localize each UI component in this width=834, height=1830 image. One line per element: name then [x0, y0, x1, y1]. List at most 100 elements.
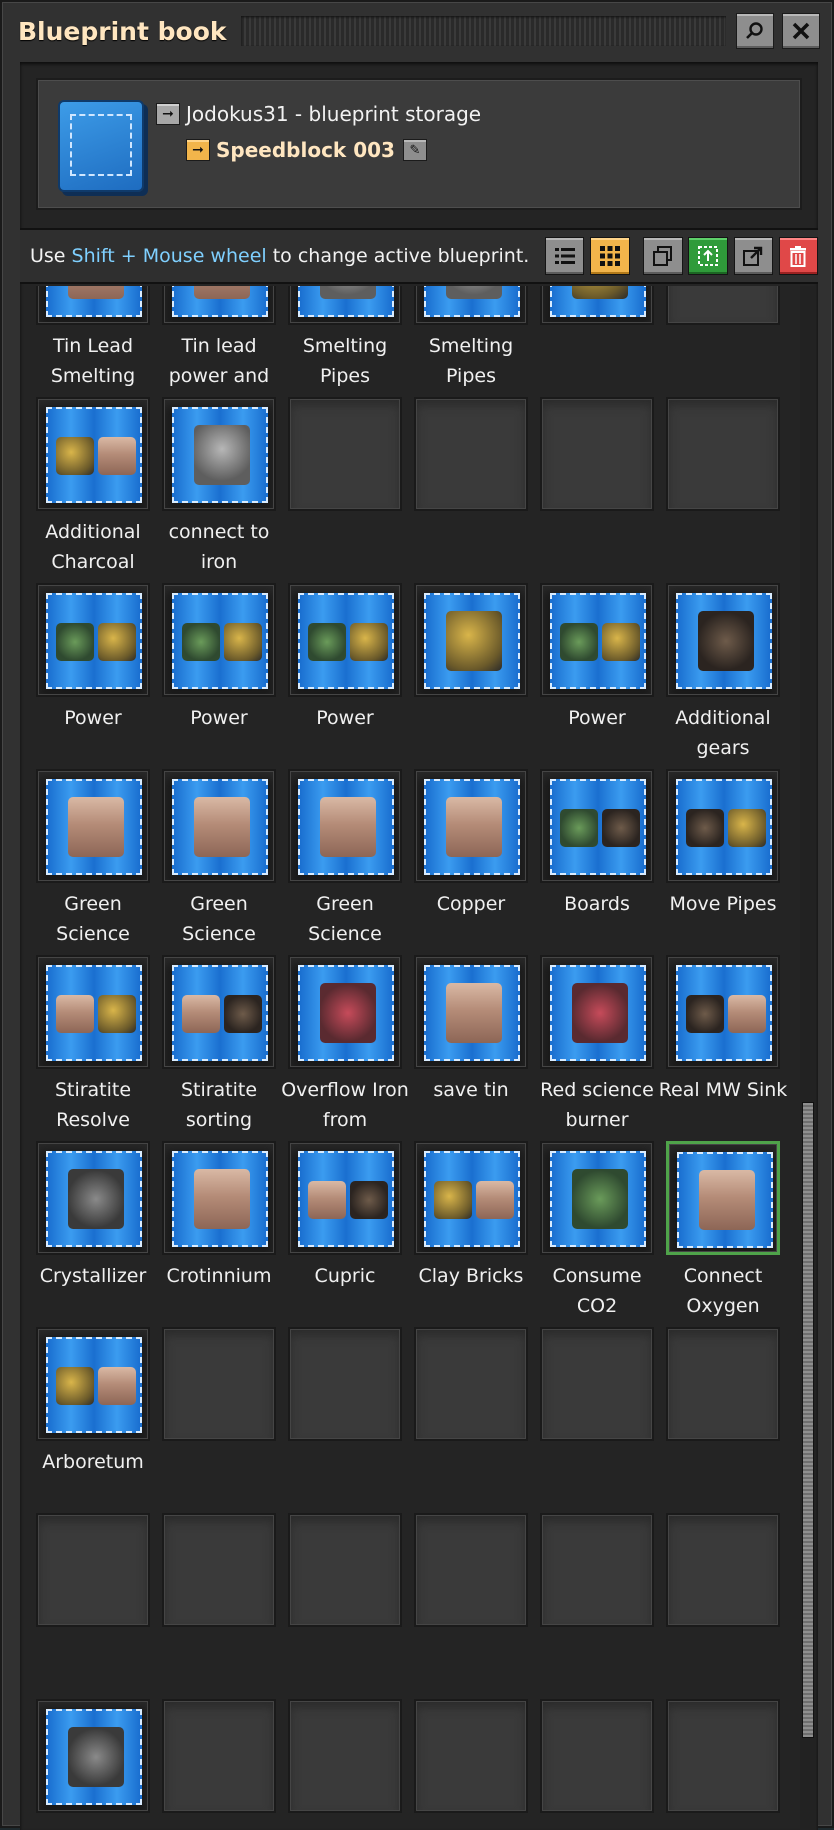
- slot-frame[interactable]: [540, 1699, 654, 1813]
- empty-slot[interactable]: [288, 1699, 402, 1830]
- slot-frame[interactable]: [540, 955, 654, 1069]
- close-button[interactable]: [782, 13, 820, 49]
- rename-button[interactable]: ✎: [402, 139, 427, 161]
- blueprint-slot[interactable]: Move Pipes: [666, 769, 780, 955]
- slot-frame[interactable]: [414, 286, 528, 325]
- slot-frame[interactable]: [162, 1513, 276, 1627]
- empty-slot[interactable]: [36, 1513, 150, 1699]
- slot-frame[interactable]: [414, 769, 528, 883]
- export-button[interactable]: [733, 237, 773, 275]
- slot-frame[interactable]: [540, 286, 654, 325]
- slot-frame[interactable]: [414, 397, 528, 511]
- empty-slot[interactable]: [666, 397, 780, 583]
- slot-frame[interactable]: [414, 1327, 528, 1441]
- slot-frame[interactable]: [414, 1699, 528, 1813]
- breadcrumb-book[interactable]: ➞ Speedblock 003 ✎: [186, 138, 427, 162]
- slot-frame[interactable]: [540, 1327, 654, 1441]
- active-blueprint-slot[interactable]: [666, 1141, 780, 1255]
- blueprint-slot[interactable]: Power: [36, 583, 150, 769]
- empty-slot[interactable]: [540, 1699, 654, 1830]
- empty-slot[interactable]: [162, 1327, 276, 1513]
- slot-frame[interactable]: [162, 955, 276, 1069]
- select-area-button[interactable]: [688, 237, 728, 275]
- slot-frame[interactable]: [666, 1699, 780, 1813]
- slot-frame[interactable]: [288, 1699, 402, 1813]
- blueprint-slot[interactable]: Additional Charcoal: [36, 397, 150, 583]
- empty-slot[interactable]: [414, 1513, 528, 1699]
- delete-button[interactable]: [778, 237, 819, 275]
- slot-frame[interactable]: [540, 769, 654, 883]
- slot-frame[interactable]: [36, 1141, 150, 1255]
- empty-slot[interactable]: [540, 1513, 654, 1699]
- drag-handle[interactable]: [240, 16, 726, 46]
- blueprint-slot[interactable]: Tin Lead Smelting: [36, 286, 150, 397]
- scrollbar[interactable]: [800, 286, 816, 1830]
- empty-slot[interactable]: [162, 1513, 276, 1699]
- empty-slot[interactable]: [288, 1513, 402, 1699]
- blueprint-slot[interactable]: Copper: [414, 769, 528, 955]
- slot-frame[interactable]: [414, 583, 528, 697]
- slot-frame[interactable]: [288, 397, 402, 511]
- empty-slot[interactable]: [288, 1327, 402, 1513]
- empty-slot[interactable]: [666, 1513, 780, 1699]
- blueprint-slot[interactable]: Arboretum: [36, 1327, 150, 1513]
- slot-frame[interactable]: [36, 955, 150, 1069]
- search-button[interactable]: [736, 13, 774, 49]
- copy-button[interactable]: [643, 237, 683, 275]
- blueprint-slot[interactable]: [36, 1699, 150, 1830]
- empty-slot[interactable]: [288, 397, 402, 583]
- slot-frame[interactable]: [540, 397, 654, 511]
- blueprint-slot[interactable]: Green Science: [162, 769, 276, 955]
- slot-frame[interactable]: [288, 583, 402, 697]
- grid-view-button[interactable]: [590, 237, 630, 275]
- blueprint-grid[interactable]: Tin Lead Smelting Tin lead power and Smelt…: [20, 286, 798, 1830]
- blueprint-slot[interactable]: Smelting Pipes: [414, 286, 528, 397]
- slot-frame[interactable]: [666, 955, 780, 1069]
- slot-frame[interactable]: [414, 955, 528, 1069]
- slot-frame[interactable]: [36, 397, 150, 511]
- empty-slot[interactable]: [414, 397, 528, 583]
- list-view-button[interactable]: [545, 237, 585, 275]
- blueprint-slot[interactable]: Cupric: [288, 1141, 402, 1327]
- slot-frame[interactable]: [666, 1327, 780, 1441]
- slot-frame[interactable]: [288, 1513, 402, 1627]
- breadcrumb-storage[interactable]: ➞ Jodokus31 - blueprint storage: [156, 102, 481, 126]
- blueprint-slot[interactable]: save tin: [414, 955, 528, 1141]
- blueprint-slot[interactable]: Crystallizer: [36, 1141, 150, 1327]
- slot-frame[interactable]: [162, 583, 276, 697]
- empty-slot[interactable]: [666, 286, 780, 397]
- slot-frame[interactable]: [162, 1327, 276, 1441]
- empty-slot[interactable]: [540, 1327, 654, 1513]
- slot-frame[interactable]: [36, 769, 150, 883]
- blueprint-slot[interactable]: Boards: [540, 769, 654, 955]
- slot-frame[interactable]: [288, 1141, 402, 1255]
- blueprint-slot[interactable]: Power: [162, 583, 276, 769]
- blueprint-slot[interactable]: Clay Bricks: [414, 1141, 528, 1327]
- blueprint-slot[interactable]: Crotinnium: [162, 1141, 276, 1327]
- slot-frame[interactable]: [36, 583, 150, 697]
- slot-frame[interactable]: [414, 1513, 528, 1627]
- slot-frame[interactable]: [288, 286, 402, 325]
- blueprint-slot[interactable]: Tin lead power and: [162, 286, 276, 397]
- blueprint-slot[interactable]: Overflow Iron from: [281, 955, 409, 1141]
- slot-frame[interactable]: [414, 1141, 528, 1255]
- slot-frame[interactable]: [36, 1327, 150, 1441]
- slot-frame[interactable]: [162, 286, 276, 325]
- empty-slot[interactable]: [414, 1327, 528, 1513]
- slot-frame[interactable]: [36, 286, 150, 325]
- slot-frame[interactable]: [540, 1513, 654, 1627]
- blueprint-slot[interactable]: Real MW Sink: [659, 955, 787, 1141]
- slot-frame[interactable]: [36, 1513, 150, 1627]
- slot-frame[interactable]: [288, 955, 402, 1069]
- slot-frame[interactable]: [666, 583, 780, 697]
- blueprint-slot[interactable]: Red science burner: [540, 955, 654, 1141]
- slot-frame[interactable]: [540, 583, 654, 697]
- slot-frame[interactable]: [666, 769, 780, 883]
- blueprint-slot[interactable]: Smelting Pipes: [288, 286, 402, 397]
- empty-slot[interactable]: [666, 1699, 780, 1830]
- slot-frame[interactable]: [162, 397, 276, 511]
- empty-slot[interactable]: [666, 1327, 780, 1513]
- slot-frame[interactable]: [666, 397, 780, 511]
- empty-slot[interactable]: [540, 397, 654, 583]
- empty-slot[interactable]: [414, 1699, 528, 1830]
